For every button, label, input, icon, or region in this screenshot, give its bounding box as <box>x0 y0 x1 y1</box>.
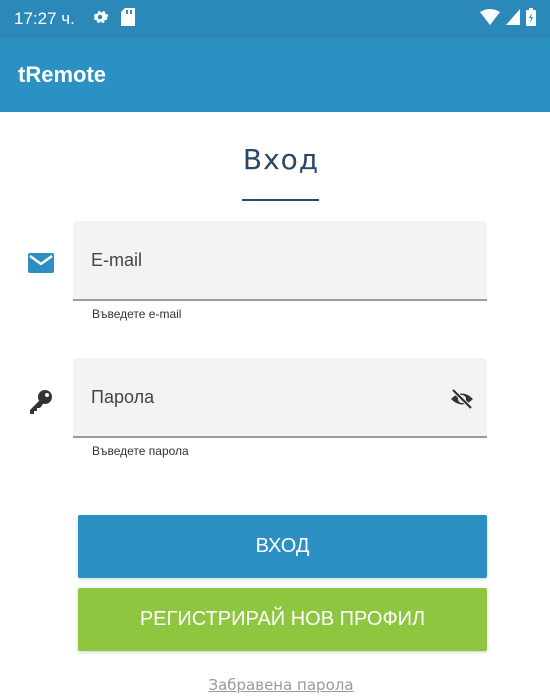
battery-icon <box>526 7 536 31</box>
app-title: tRemote <box>18 62 107 87</box>
eye-off-icon[interactable] <box>449 386 475 412</box>
password-label: Парола <box>91 386 155 407</box>
key-icon <box>24 385 58 419</box>
page-title: Вход <box>242 143 320 176</box>
status-bar: 17:27 ч. <box>0 0 550 38</box>
status-time: 17:27 ч. <box>14 9 75 28</box>
wifi-icon <box>480 8 500 30</box>
email-helper-text: Въведете e-mail <box>92 307 182 321</box>
app-bar: tRemote <box>0 38 550 112</box>
settings-icon <box>91 8 109 31</box>
forgot-password-link[interactable]: Забравена парола <box>0 676 550 694</box>
password-field[interactable]: Парола <box>73 358 487 438</box>
mail-icon <box>24 246 58 280</box>
login-button[interactable]: ВХОД <box>78 515 487 578</box>
signal-icon <box>506 8 520 30</box>
status-right-icons <box>480 7 536 31</box>
title-underline <box>242 199 319 201</box>
status-left-icons <box>91 7 135 31</box>
password-helper-text: Въведете парола <box>92 444 189 458</box>
email-field[interactable]: E-mail <box>73 221 487 301</box>
register-button[interactable]: РЕГИСТРИРАЙ НОВ ПРОФИЛ <box>78 588 487 651</box>
sd-card-icon <box>120 7 135 31</box>
email-label: E-mail <box>91 249 143 270</box>
